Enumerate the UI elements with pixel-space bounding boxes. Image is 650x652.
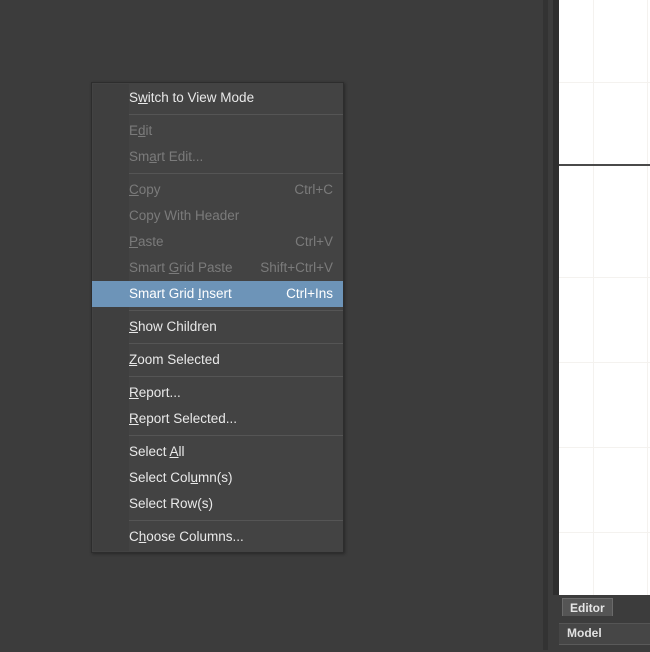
menu-item-label: Select Column(s) — [129, 470, 233, 485]
menu-item-copy: Copy Ctrl+C — [92, 177, 343, 203]
menu-item-label: Smart Grid Insert — [129, 286, 232, 301]
grid-row-line — [559, 362, 650, 363]
menu-separator — [129, 343, 343, 344]
menu-item-label: Zoom Selected — [129, 352, 220, 367]
menu-item-label: Smart Grid Paste — [129, 260, 233, 275]
menu-item-choose-columns[interactable]: Choose Columns... — [92, 524, 343, 550]
menu-separator — [129, 520, 343, 521]
grid-row-line — [559, 532, 650, 533]
menu-separator — [129, 435, 343, 436]
menu-item-label: Switch to View Mode — [129, 90, 255, 105]
menu-item-label: Select Row(s) — [129, 496, 214, 511]
menu-separator — [129, 376, 343, 377]
dock-splitter-handle[interactable] — [543, 0, 548, 650]
grid-row-divider-strong — [559, 164, 650, 166]
menu-item-label: Show Children — [129, 319, 217, 334]
menu-separator — [129, 114, 343, 115]
grid-column-line — [593, 0, 594, 595]
grid-context-menu[interactable]: Switch to View Mode Edit Smart Edit... Copy… — [91, 82, 344, 553]
menu-item-shortcut: Ctrl+C — [294, 182, 333, 197]
menu-item-smart-grid-paste: Smart Grid Paste Shift+Ctrl+V — [92, 255, 343, 281]
grid-row-line — [559, 82, 650, 83]
menu-item-smart-grid-insert[interactable]: Smart Grid Insert Ctrl+Ins — [92, 281, 343, 307]
model-panel: Model — [559, 623, 650, 652]
menu-item-label: Edit — [129, 123, 153, 138]
menu-item-select-columns[interactable]: Select Column(s) — [92, 465, 343, 491]
menu-item-show-children[interactable]: Show Children — [92, 314, 343, 340]
menu-item-zoom-selected[interactable]: Zoom Selected — [92, 347, 343, 373]
grid-row-line — [559, 277, 650, 278]
menu-item-switch-to-view-mode[interactable]: Switch to View Mode — [92, 85, 343, 111]
menu-item-label: Smart Edit... — [129, 149, 204, 164]
menu-item-select-rows[interactable]: Select Row(s) — [92, 491, 343, 517]
menu-item-report-selected[interactable]: Report Selected... — [92, 406, 343, 432]
menu-item-edit: Edit — [92, 118, 343, 144]
menu-item-select-all[interactable]: Select All — [92, 439, 343, 465]
menu-item-copy-with-header: Copy With Header — [92, 203, 343, 229]
menu-item-smart-edit: Smart Edit... — [92, 144, 343, 170]
menu-separator — [129, 173, 343, 174]
menu-item-shortcut: Shift+Ctrl+V — [260, 260, 333, 275]
menu-item-label: Report... — [129, 385, 181, 400]
menu-item-label: Paste — [129, 234, 164, 249]
model-panel-body[interactable] — [559, 644, 650, 652]
menu-item-label: Select All — [129, 444, 185, 459]
grid-row-line — [559, 447, 650, 448]
right-dock-panel: Editor Model — [543, 0, 650, 652]
menu-item-label: Copy With Header — [129, 208, 240, 223]
menu-item-label: Choose Columns... — [129, 529, 244, 544]
menu-item-label: Copy — [129, 182, 161, 197]
menu-item-paste: Paste Ctrl+V — [92, 229, 343, 255]
menu-item-shortcut: Ctrl+V — [295, 234, 333, 249]
menu-item-report[interactable]: Report... — [92, 380, 343, 406]
model-panel-header: Model — [559, 624, 650, 643]
grid-column-line — [647, 0, 648, 595]
menu-item-label: Report Selected... — [129, 411, 238, 426]
tab-editor[interactable]: Editor — [562, 598, 613, 616]
spreadsheet-grid[interactable] — [559, 0, 650, 595]
menu-separator — [129, 310, 343, 311]
dock-tab-strip: Editor — [559, 595, 650, 621]
menu-item-shortcut: Ctrl+Ins — [286, 286, 333, 301]
